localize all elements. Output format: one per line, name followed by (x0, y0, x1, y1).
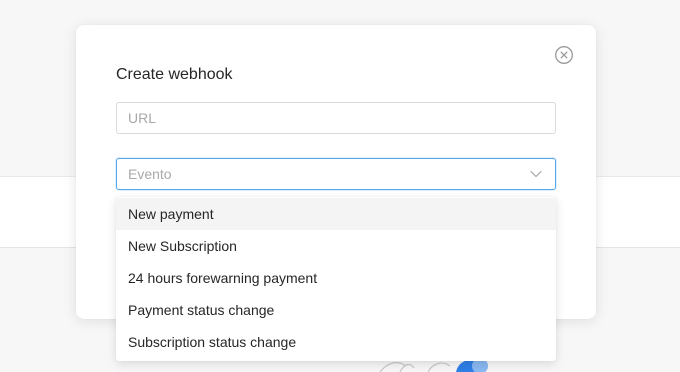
event-select[interactable]: Evento (116, 158, 556, 190)
url-input[interactable] (116, 102, 556, 134)
dropdown-option-24h-forewarning-payment[interactable]: 24 hours forewarning payment (116, 262, 556, 294)
close-circle-icon[interactable] (554, 45, 574, 65)
dropdown-option-payment-status-change[interactable]: Payment status change (116, 294, 556, 326)
event-dropdown-menu: New payment New Subscription 24 hours fo… (116, 197, 556, 361)
event-select-placeholder: Evento (128, 166, 172, 182)
dropdown-option-subscription-status-change[interactable]: Subscription status change (116, 326, 556, 358)
dropdown-option-new-subscription[interactable]: New Subscription (116, 230, 556, 262)
dropdown-option-new-payment[interactable]: New payment (116, 198, 556, 230)
close-button[interactable] (554, 45, 574, 65)
modal-title: Create webhook (116, 66, 233, 83)
chevron-down-icon[interactable] (529, 167, 543, 181)
